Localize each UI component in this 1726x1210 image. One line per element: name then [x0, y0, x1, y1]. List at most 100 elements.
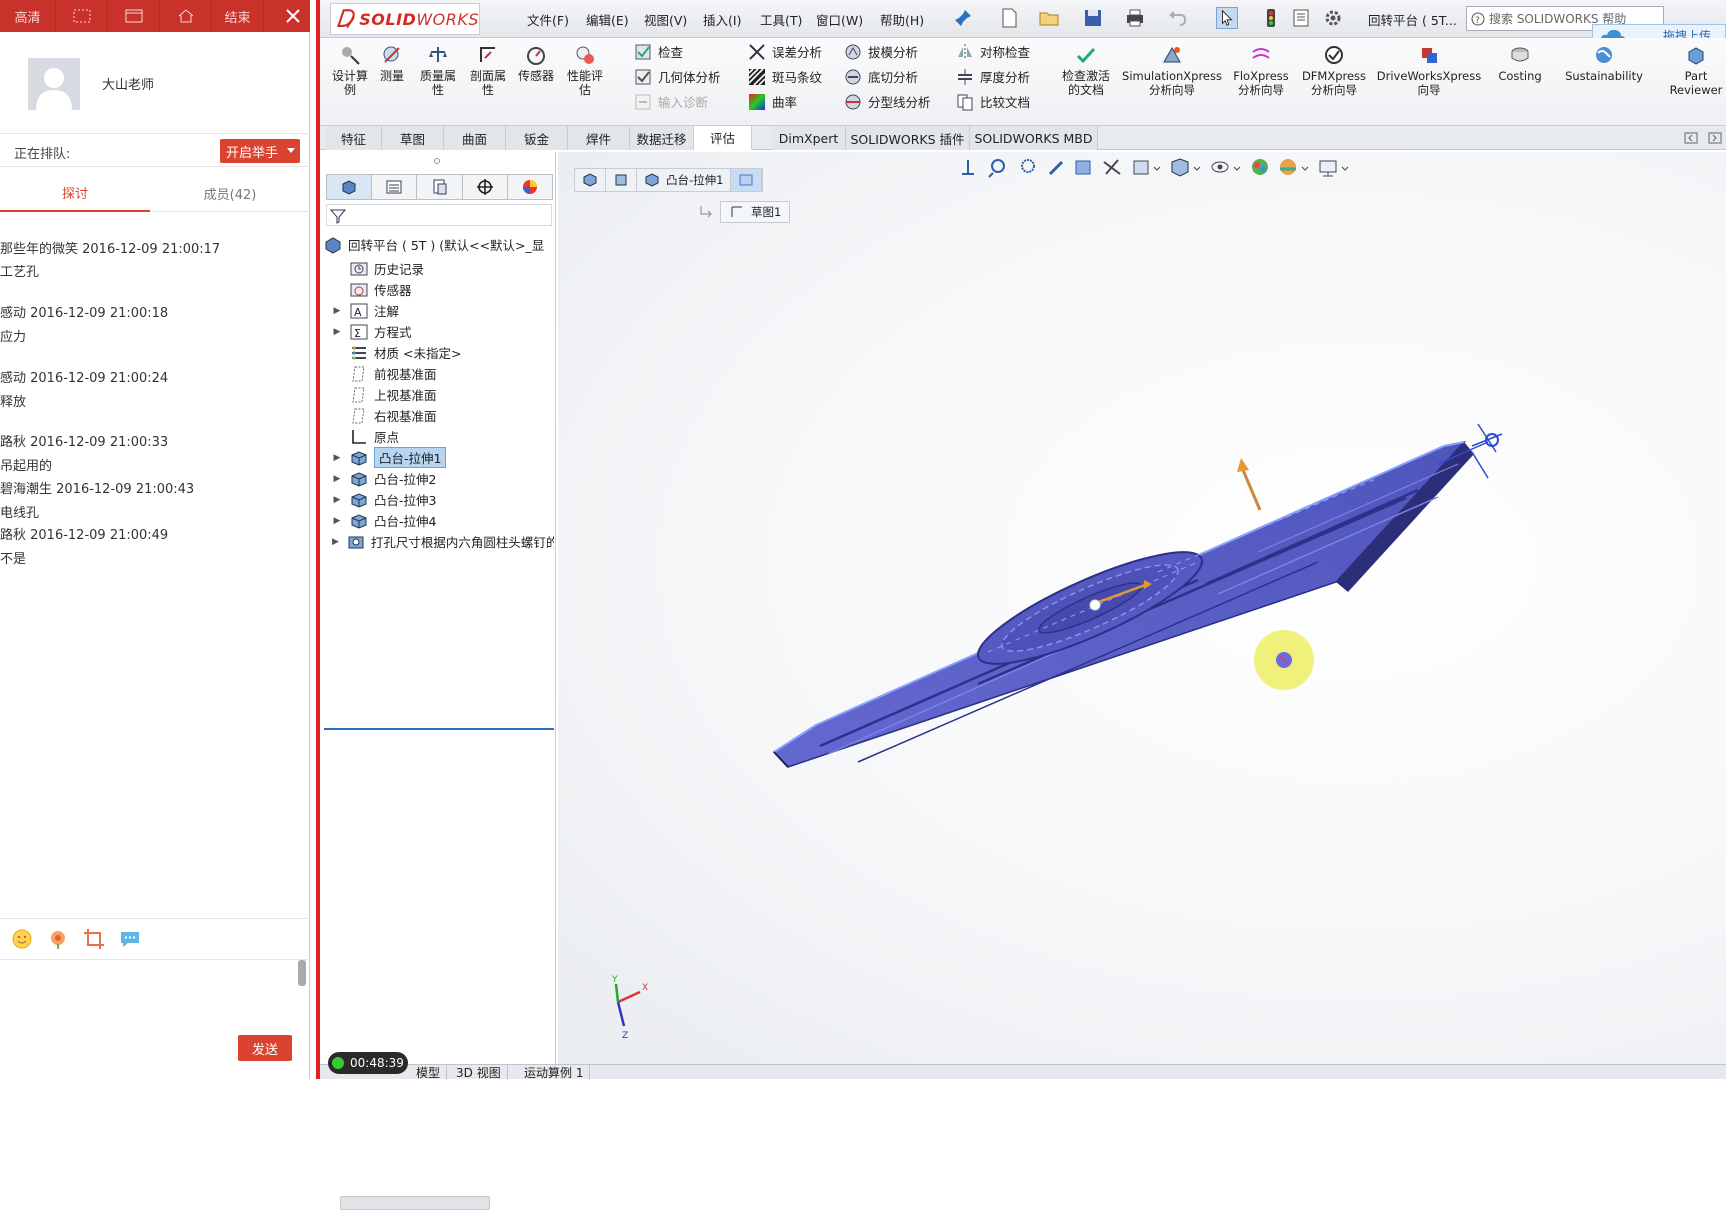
tree-node-boss-extrude-3[interactable]: ▶ 凸台-拉伸3: [332, 489, 436, 510]
crop-icon[interactable]: [82, 927, 106, 951]
chat-scrollbar[interactable]: [298, 960, 306, 986]
raise-hand-button[interactable]: 开启举手: [220, 139, 300, 163]
solidworks-logo[interactable]: SOLIDWORKS: [330, 3, 480, 35]
window-capture-button[interactable]: [108, 0, 160, 32]
expand-arrow-icon[interactable]: ▶: [332, 453, 342, 463]
expand-arrow-icon[interactable]: ▶: [332, 495, 342, 505]
tree-node-boss-extrude-2[interactable]: ▶ 凸台-拉伸2: [332, 468, 436, 489]
tree-node-front-plane[interactable]: 前视基准面: [332, 363, 437, 384]
floxpress-button[interactable]: FloXpress 分析向导: [1228, 44, 1294, 97]
collapse-right-icon[interactable]: [1708, 132, 1722, 144]
undo-icon[interactable]: [1166, 7, 1188, 29]
compare-documents-button[interactable]: 比较文档: [956, 92, 1030, 111]
tab-weldments[interactable]: 焊件: [568, 126, 630, 150]
send-button[interactable]: 发送: [238, 1035, 292, 1061]
collapse-left-icon[interactable]: [1684, 132, 1698, 144]
print-icon[interactable]: [1124, 7, 1146, 29]
tab-property-manager[interactable]: [371, 174, 418, 200]
menu-edit[interactable]: 编辑(E): [586, 10, 629, 29]
geometry-analysis-button[interactable]: 几何体分析: [634, 67, 721, 86]
expand-arrow-icon[interactable]: ▶: [332, 306, 342, 316]
driveworksxpress-button[interactable]: DriveWorksXpress 向导: [1374, 44, 1484, 97]
tab-solidworks-addins[interactable]: SOLIDWORKS 插件: [846, 126, 970, 150]
symmetry-check-button[interactable]: 对称检查: [956, 42, 1030, 61]
gear-icon[interactable]: [1322, 7, 1344, 29]
section-properties-button[interactable]: 剖面属 性: [466, 44, 510, 97]
parting-line-analysis-button[interactable]: 分型线分析: [844, 92, 931, 111]
splitter-handle-icon[interactable]: [432, 156, 442, 166]
menu-file[interactable]: 文件(F): [527, 10, 569, 29]
tree-root-part[interactable]: 回转平台 ( 5T ) (默认<<默认>_显: [324, 234, 544, 255]
emoji-icon[interactable]: [10, 927, 34, 951]
tab-display-manager[interactable]: [506, 174, 554, 200]
sensor-button[interactable]: 传感器: [514, 44, 558, 83]
new-document-icon[interactable]: [998, 7, 1020, 29]
deviation-analysis-button[interactable]: 误差分析: [748, 42, 822, 61]
hd-quality-button[interactable]: 高清: [0, 0, 56, 32]
tree-node-equations[interactable]: ▶ Σ 方程式: [332, 321, 412, 342]
menu-view[interactable]: 视图(V): [644, 10, 687, 29]
tab-sheet-metal[interactable]: 钣金: [506, 126, 568, 150]
save-icon[interactable]: [1082, 7, 1104, 29]
graphics-area[interactable]: 凸台-拉伸1 草图1 X Y Z: [558, 152, 1726, 1064]
tree-node-boss-extrude-1[interactable]: ▶ 凸台-拉伸1: [332, 447, 447, 468]
reference-triad[interactable]: X Y Z: [611, 975, 648, 1041]
open-folder-icon[interactable]: [1038, 7, 1060, 29]
chat-bubble-icon[interactable]: [118, 927, 142, 951]
model-view[interactable]: X Y Z: [558, 152, 1726, 1064]
tree-horizontal-scrollbar[interactable]: [340, 1196, 490, 1210]
check-button[interactable]: 检查: [634, 42, 683, 61]
tree-filter[interactable]: [326, 204, 552, 226]
design-study-button[interactable]: 设计算 例: [330, 44, 370, 97]
pin-icon[interactable]: [952, 7, 974, 29]
costing-button[interactable]: Costing: [1490, 44, 1550, 83]
tab-configuration-manager[interactable]: [416, 174, 463, 200]
tree-node-annotations[interactable]: ▶ A 注解: [332, 300, 399, 321]
performance-evaluation-button[interactable]: 性能评 估: [562, 44, 608, 97]
thickness-analysis-button[interactable]: 厚度分析: [956, 67, 1030, 86]
tab-dimxpert[interactable]: DimXpert: [772, 126, 846, 150]
tab-surfaces[interactable]: 曲面: [444, 126, 506, 150]
tab-members[interactable]: 成员(42): [150, 174, 310, 212]
tab-features[interactable]: 特征: [326, 126, 382, 150]
tab-discuss[interactable]: 探讨: [0, 174, 150, 212]
chevron-down-icon[interactable]: [287, 148, 295, 153]
mass-properties-button[interactable]: 质量属 性: [416, 44, 460, 97]
home-button[interactable]: [160, 0, 212, 32]
undercut-analysis-button[interactable]: 底切分析: [844, 67, 918, 86]
sustainability-button[interactable]: Sustainability: [1556, 44, 1652, 83]
tab-feature-manager[interactable]: [326, 174, 373, 200]
tree-node-hole-wizard[interactable]: ▶ 打孔尺寸根据内六角圆柱头螺钉的类: [332, 531, 554, 552]
draft-analysis-button[interactable]: 拔模分析: [844, 42, 918, 61]
flower-icon[interactable]: [46, 927, 70, 951]
curvature-button[interactable]: 曲率: [748, 92, 797, 111]
expand-arrow-icon[interactable]: ▶: [332, 327, 342, 337]
close-button[interactable]: [276, 0, 310, 32]
region-capture-button[interactable]: [56, 0, 108, 32]
tab-solidworks-mbd[interactable]: SOLIDWORKS MBD: [970, 126, 1098, 150]
menu-insert[interactable]: 插入(I): [703, 10, 741, 29]
tab-model[interactable]: 模型: [410, 1065, 448, 1080]
tab-sketch[interactable]: 草图: [382, 126, 444, 150]
part-reviewer-button[interactable]: Part Reviewer: [1666, 44, 1726, 97]
import-diagnostics-button[interactable]: 输入诊断: [634, 92, 708, 111]
tab-3d-view[interactable]: 3D 视图: [450, 1065, 508, 1080]
end-button[interactable]: 结束: [212, 0, 264, 32]
select-cursor-icon[interactable]: [1216, 7, 1238, 29]
check-active-document-button[interactable]: 检查激活 的文档: [1056, 44, 1116, 97]
tab-data-migration[interactable]: 数据迁移: [630, 126, 694, 150]
menu-window[interactable]: 窗口(W): [816, 10, 863, 29]
rollback-bar[interactable]: [324, 728, 554, 730]
menu-tools[interactable]: 工具(T): [760, 10, 802, 29]
expand-arrow-icon[interactable]: ▶: [332, 516, 342, 526]
tree-node-right-plane[interactable]: 右视基准面: [332, 405, 437, 426]
tree-node-sensors[interactable]: 传感器: [332, 279, 412, 300]
tree-node-top-plane[interactable]: 上视基准面: [332, 384, 437, 405]
tree-node-history[interactable]: 历史记录: [332, 258, 424, 279]
tab-evaluate[interactable]: 评估: [694, 126, 752, 150]
tree-node-origin[interactable]: 原点: [332, 426, 399, 447]
measure-button[interactable]: 测量: [374, 44, 410, 83]
rotating-platform-model[interactable]: [772, 423, 1503, 768]
file-properties-icon[interactable]: [1290, 7, 1312, 29]
zebra-stripes-button[interactable]: 斑马条纹: [748, 67, 822, 86]
